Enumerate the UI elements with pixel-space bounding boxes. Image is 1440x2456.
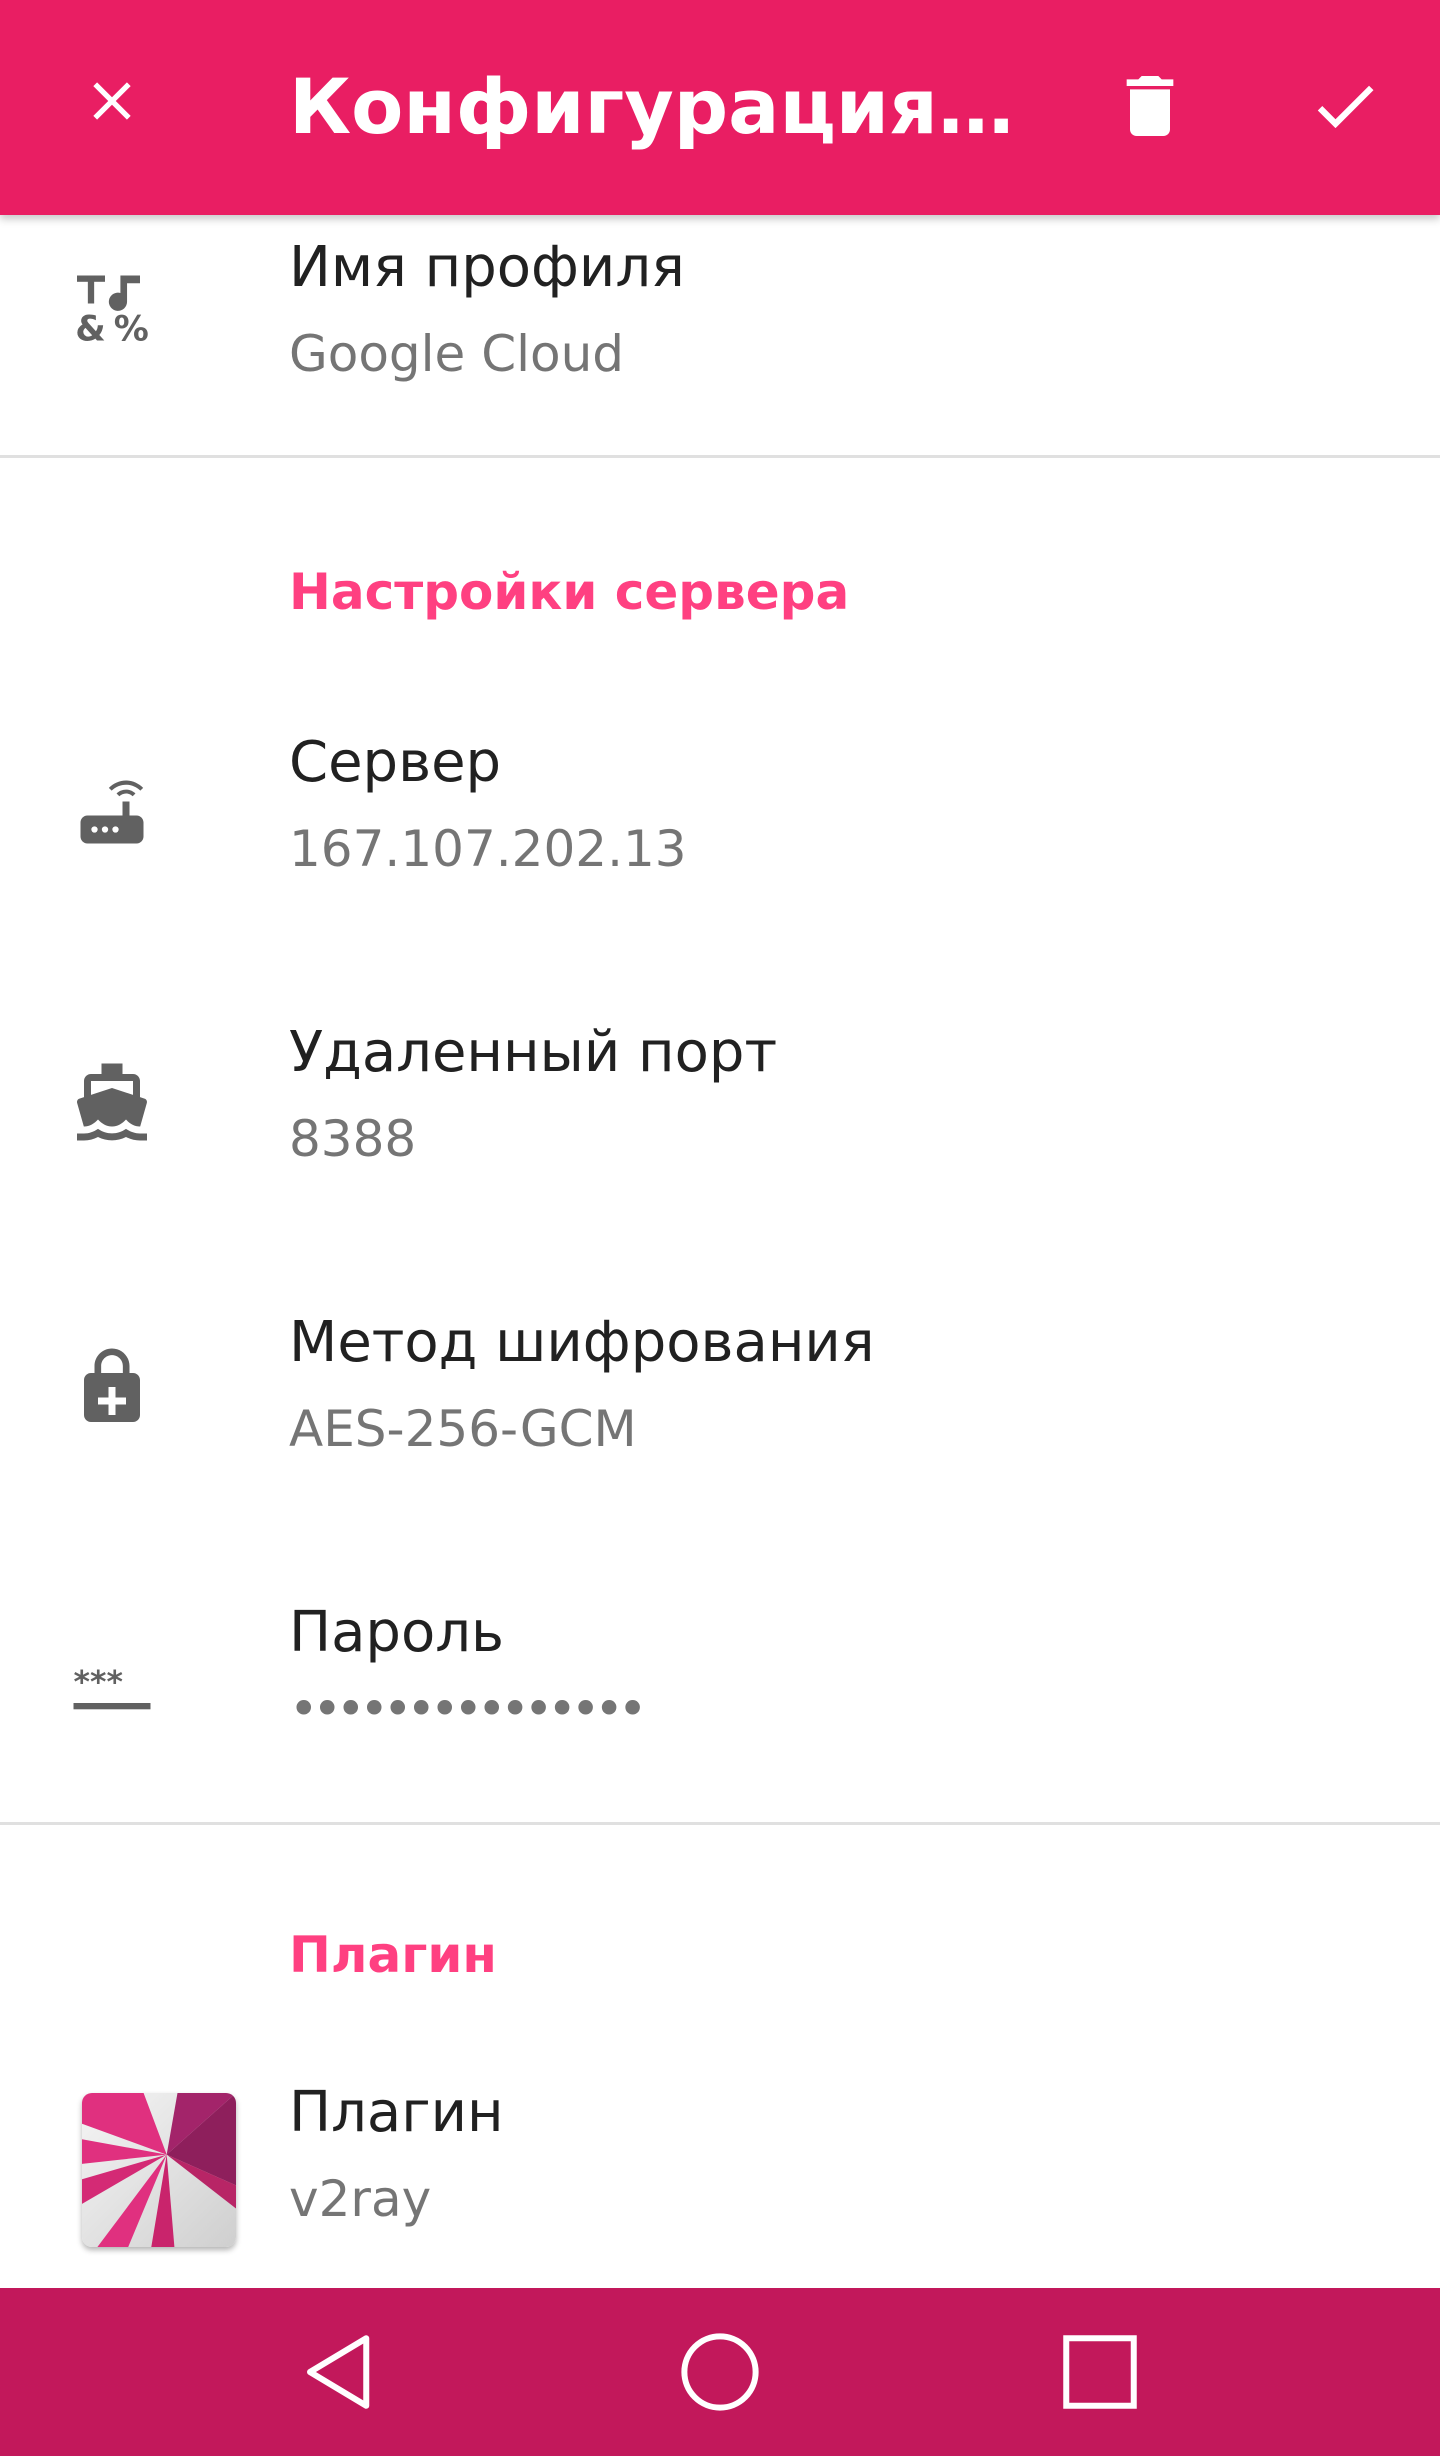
divider xyxy=(0,455,1440,458)
profile-name-row[interactable]: & % Имя профиля Google Cloud xyxy=(0,215,1440,455)
password-value: ••••••••••••••• xyxy=(289,1680,647,1738)
back-button[interactable] xyxy=(280,2312,400,2432)
lock-plus-icon xyxy=(70,1345,154,1429)
section-header-plugin: Плагин xyxy=(289,1926,497,1984)
divider xyxy=(0,1822,1440,1825)
encryption-method-label: Метод шифрования xyxy=(289,1310,875,1375)
password-label: Пароль xyxy=(289,1600,505,1665)
home-circle-icon xyxy=(681,2333,759,2411)
section-header-server: Настройки сервера xyxy=(289,563,850,621)
plugin-row[interactable]: Плагин v2ray xyxy=(0,2060,1440,2288)
confirm-button[interactable] xyxy=(1295,51,1395,161)
text-symbols-icon: & % xyxy=(70,265,154,349)
screen: Конфигурация пр... & % Им xyxy=(0,0,1440,2456)
password-icon: *** xyxy=(70,1640,154,1724)
v2ray-logo-icon xyxy=(82,2093,236,2247)
plugin-label: Плагин xyxy=(289,2080,504,2145)
router-icon xyxy=(70,770,154,854)
trash-icon xyxy=(1126,76,1174,136)
server-value: 167.107.202.13 xyxy=(289,820,687,878)
svg-text:%: % xyxy=(114,309,149,349)
recents-button[interactable] xyxy=(1040,2312,1160,2432)
profile-name-value: Google Cloud xyxy=(289,325,625,383)
delete-button[interactable] xyxy=(1100,51,1200,161)
back-triangle-icon xyxy=(307,2335,370,2409)
password-row[interactable]: *** Пароль ••••••••••••••• xyxy=(0,1570,1440,1820)
remote-port-row[interactable]: Удаленный порт 8388 xyxy=(0,990,1440,1280)
remote-port-label: Удаленный порт xyxy=(289,1020,778,1085)
svg-text:&: & xyxy=(75,309,106,349)
page-title: Конфигурация пр... xyxy=(289,62,1029,151)
encryption-method-row[interactable]: Метод шифрования AES-256-GCM xyxy=(0,1280,1440,1570)
server-row[interactable]: Сервер 167.107.202.13 xyxy=(0,700,1440,990)
svg-text:***: *** xyxy=(74,1665,123,1701)
recents-square-icon xyxy=(1063,2335,1137,2409)
close-icon xyxy=(93,82,131,120)
ship-icon xyxy=(70,1060,154,1144)
navigation-bar xyxy=(0,2288,1440,2456)
remote-port-value: 8388 xyxy=(289,1110,417,1168)
close-button[interactable] xyxy=(62,51,162,151)
home-button[interactable] xyxy=(660,2312,780,2432)
top-app-bar: Конфигурация пр... xyxy=(0,0,1440,215)
profile-name-label: Имя профиля xyxy=(289,235,685,300)
server-label: Сервер xyxy=(289,730,502,795)
check-icon xyxy=(1317,85,1374,129)
plugin-value: v2ray xyxy=(289,2170,432,2228)
encryption-method-value: AES-256-GCM xyxy=(289,1400,637,1458)
